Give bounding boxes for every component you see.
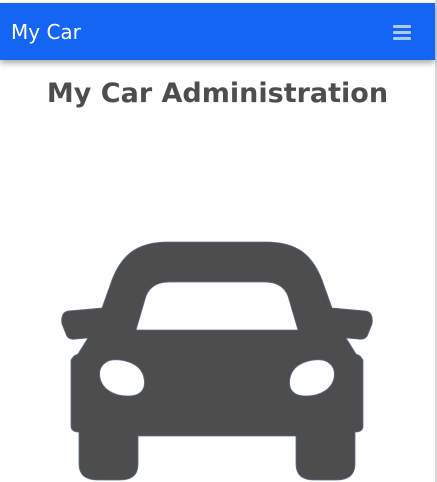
top-navbar: My Car — [0, 3, 435, 60]
car-icon — [61, 241, 373, 481]
app-frame: My Car My Car Administration — [0, 0, 437, 482]
menu-toggle-button[interactable] — [388, 19, 416, 45]
brand-link[interactable]: My Car — [11, 20, 81, 44]
page-title: My Car Administration — [46, 78, 389, 109]
